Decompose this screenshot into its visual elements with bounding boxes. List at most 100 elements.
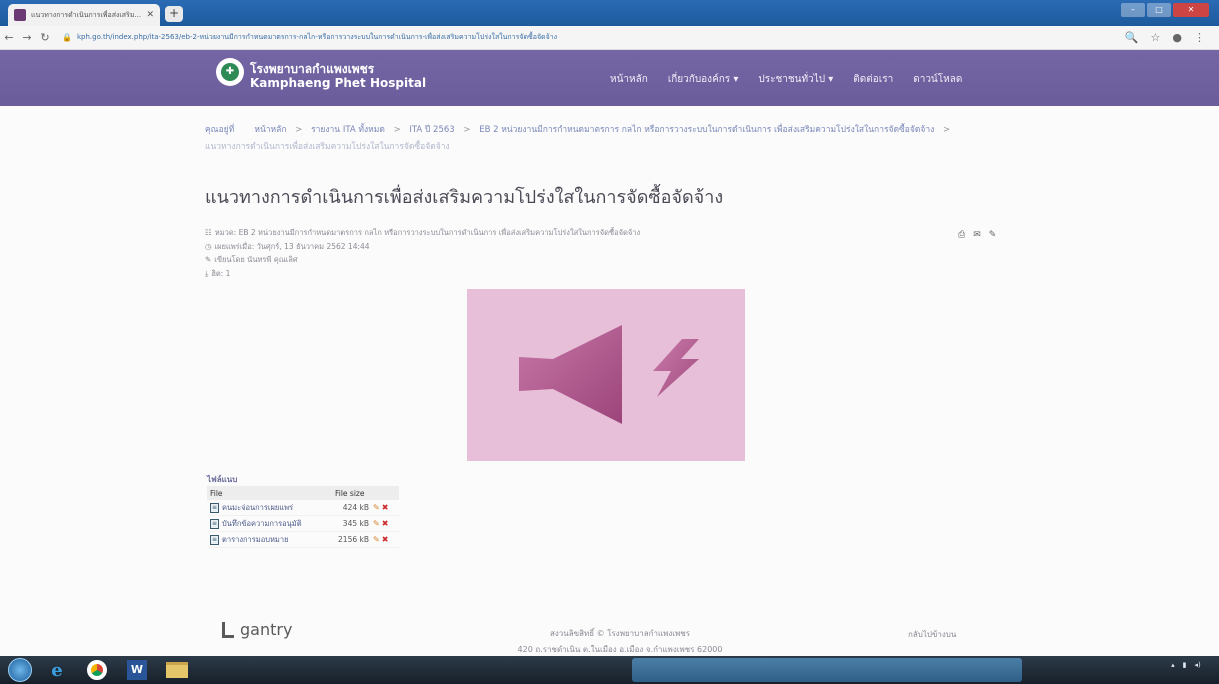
pencil-icon: ✎: [205, 255, 212, 264]
file-size: 345 kB: [342, 519, 369, 528]
article-actions: ⎙ ✉ ✎: [958, 230, 996, 240]
article-meta: ☷ หมวด: EB 2 หน่วยงานมีการกำหนดมาตรการ กล…: [205, 226, 640, 280]
file-size: 2156 kB: [338, 535, 369, 544]
column-header-size: File size: [335, 488, 365, 498]
zoom-icon[interactable]: 🔍: [1125, 31, 1139, 44]
forward-arrow-icon[interactable]: →: [18, 31, 36, 44]
file-link[interactable]: ≡ ตารางการมอบหมาย: [207, 534, 327, 546]
file-link[interactable]: ≡ บันทึกข้อความการอนุมัติ: [207, 518, 327, 530]
column-header-file: File: [210, 488, 223, 498]
main-menu: หน้าหลัก เกี่ยวกับองค์กร ▾ ประชาชนทั่วไป…: [610, 72, 962, 87]
breadcrumb-eb2[interactable]: EB 2 หน่วยงานมีการกำหนดมาตรการ กลไก หรือ…: [479, 125, 934, 135]
bookmark-star-icon[interactable]: ☆: [1151, 31, 1161, 44]
breadcrumb-separator: [243, 125, 246, 135]
delete-icon[interactable]: ✖: [382, 503, 389, 512]
url-field[interactable]: 🔒 kph.go.th/index.php/ita-2563/eb-2-หน่ว…: [62, 29, 1111, 47]
breadcrumb-current: แนวทางการดำเนินการเพื่อส่งเสริมความโปร่ง…: [205, 142, 450, 152]
network-icon[interactable]: ▮: [1183, 661, 1187, 669]
folder-icon: [166, 662, 188, 678]
lock-icon: 🔒: [62, 33, 72, 42]
category-icon: ☷: [205, 228, 212, 237]
article-hits: ฮิต: 1: [211, 268, 231, 278]
attachments-title: ไฟล์แนบ: [207, 475, 238, 484]
screenshot-root: แนวทางการดำเนินการเพื่อส่งเสริม... ✕ + –…: [0, 0, 1219, 684]
site-name-en[interactable]: Kamphaeng Phet Hospital: [250, 76, 426, 90]
file-name[interactable]: ตารางการมอบหมาย: [222, 534, 288, 546]
megaphone-icon: [519, 325, 699, 424]
print-icon[interactable]: ⎙: [958, 230, 965, 240]
account-icon[interactable]: ●: [1172, 31, 1182, 44]
system-tray: ▴ ▮ ◂): [1171, 660, 1211, 669]
breadcrumb-home[interactable]: หน้าหลัก: [254, 125, 286, 135]
menu-item-public[interactable]: ประชาชนทั่วไป ▾: [758, 72, 833, 87]
edit-pencil-icon[interactable]: ✎: [373, 503, 380, 512]
breadcrumb-ita-2563[interactable]: ITA ปี 2563: [409, 125, 454, 135]
file-name[interactable]: บันทึกข้อความการอนุมัติ: [222, 518, 302, 530]
address-bar: ← → ↻ 🔒 kph.go.th/index.php/ita-2563/eb-…: [0, 26, 1219, 50]
favicon-icon: [14, 9, 26, 21]
menu-item-download[interactable]: ดาวน์โหลด: [913, 72, 962, 87]
breadcrumb-separator: >: [943, 125, 951, 135]
url-text: kph.go.th/index.php/ita-2563/eb-2-หน่วยง…: [76, 33, 558, 41]
hospital-emblem-icon: ✚: [221, 63, 239, 81]
edit-icon[interactable]: ✎: [989, 230, 997, 240]
new-tab-button[interactable]: +: [165, 6, 183, 22]
site-logo[interactable]: ✚: [216, 58, 244, 86]
breadcrumb-separator: >: [295, 125, 303, 135]
taskbar-ie[interactable]: e: [42, 658, 72, 682]
menu-item-about[interactable]: เกี่ยวกับองค์กร ▾: [668, 72, 739, 87]
document-icon: ≡: [210, 502, 219, 513]
edit-pencil-icon[interactable]: ✎: [373, 519, 380, 528]
taskbar-explorer[interactable]: [162, 658, 192, 682]
delete-icon[interactable]: ✖: [382, 519, 389, 528]
taskbar-word[interactable]: W: [122, 658, 152, 682]
page-title: แนวทางการดำเนินการเพื่อส่งเสริมความโปร่ง…: [205, 187, 724, 208]
table-row: ≡ คนมะจ่อนการเผยแพร่ 424 kB ✎ ✖: [207, 500, 399, 516]
hits-icon: ⤓: [205, 268, 209, 278]
menu-item-home[interactable]: หน้าหลัก: [610, 72, 648, 87]
file-size: 424 kB: [342, 503, 369, 512]
start-button[interactable]: [8, 658, 32, 682]
taskbar-chrome[interactable]: [82, 658, 112, 682]
breadcrumb: คุณอยู่ที่ หน้าหลัก > รายงาน ITA ทั้งหมด…: [205, 122, 995, 156]
word-icon: W: [127, 660, 147, 680]
breadcrumb-ita-reports[interactable]: รายงาน ITA ทั้งหมด: [311, 125, 385, 135]
back-arrow-icon[interactable]: ←: [0, 31, 18, 44]
menu-item-contact[interactable]: ติดต่อเรา: [853, 72, 893, 87]
breadcrumb-label: คุณอยู่ที่: [205, 125, 235, 135]
article-category[interactable]: หมวด: EB 2 หน่วยงานมีการกำหนดมาตรการ กลไ…: [215, 228, 640, 237]
email-icon[interactable]: ✉: [973, 230, 981, 240]
internet-explorer-icon: e: [51, 659, 63, 681]
close-tab-icon[interactable]: ✕: [146, 10, 154, 20]
browser-tab[interactable]: แนวทางการดำเนินการเพื่อส่งเสริม... ✕: [8, 4, 160, 26]
attachments-header-row: File File size: [207, 486, 399, 500]
menu-kebab-icon[interactable]: ⋮: [1194, 31, 1205, 44]
tab-title: แนวทางการดำเนินการเพื่อส่งเสริม...: [31, 10, 142, 19]
document-icon: ≡: [210, 534, 219, 545]
gantry-mark-icon: [222, 621, 234, 638]
file-name[interactable]: คนมะจ่อนการเผยแพร่: [222, 502, 293, 514]
table-row: ≡ บันทึกข้อความการอนุมัติ 345 kB ✎ ✖: [207, 516, 399, 532]
minimize-button[interactable]: –: [1121, 3, 1145, 17]
article-published: เผยแพร่เมื่อ: วันศุกร์, 13 ธันวาคม 2562 …: [214, 241, 370, 251]
tray-arrow-icon[interactable]: ▴: [1171, 661, 1175, 669]
window-controls: – □ ✕: [1121, 3, 1209, 17]
back-to-top-link[interactable]: กลับไปข้างบน: [908, 628, 956, 641]
delete-icon[interactable]: ✖: [382, 535, 389, 544]
hero-image: [467, 289, 745, 461]
clock-icon: ◷: [205, 241, 212, 251]
clock[interactable]: [1209, 660, 1211, 669]
edit-pencil-icon[interactable]: ✎: [373, 535, 380, 544]
footer-copyright: สงวนลิขสิทธิ์ © โรงพยาบาลกำแพงเพชร: [549, 629, 691, 638]
window-close-button[interactable]: ✕: [1173, 3, 1209, 17]
maximize-button[interactable]: □: [1147, 3, 1171, 17]
file-link[interactable]: ≡ คนมะจ่อนการเผยแพร่: [207, 502, 327, 514]
breadcrumb-separator: >: [393, 125, 401, 135]
taskbar-active-window[interactable]: [632, 658, 1022, 682]
document-icon: ≡: [210, 518, 219, 529]
reload-icon[interactable]: ↻: [36, 31, 54, 44]
os-taskbar: e W ▴ ▮ ◂): [0, 656, 1219, 684]
browser-tabbar: แนวทางการดำเนินการเพื่อส่งเสริม... ✕ + –…: [0, 0, 1219, 26]
volume-icon[interactable]: ◂): [1195, 661, 1201, 669]
gantry-logo[interactable]: gantry: [222, 620, 292, 639]
